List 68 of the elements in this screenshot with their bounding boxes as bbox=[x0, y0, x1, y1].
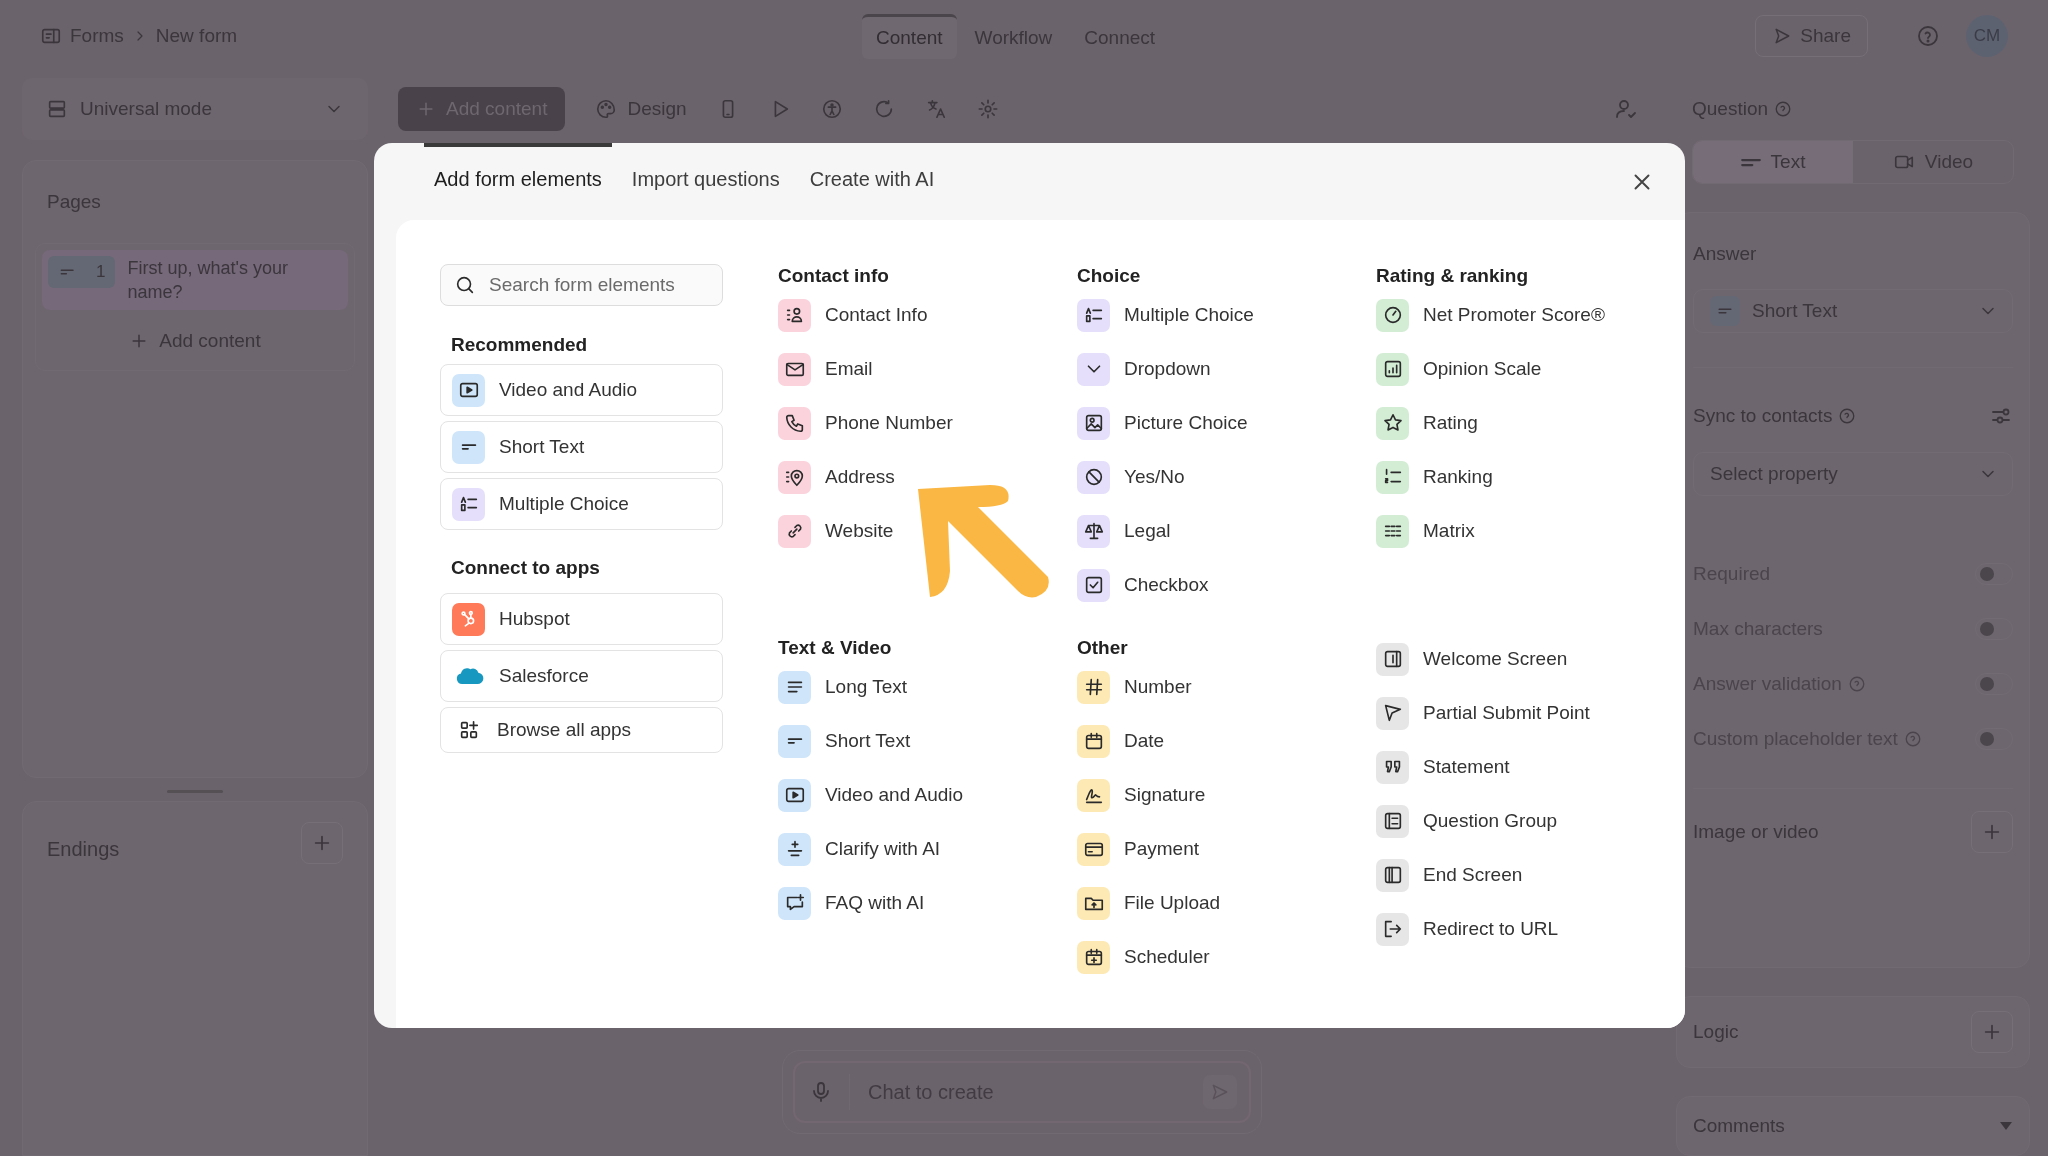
add-ending-button[interactable] bbox=[301, 822, 343, 864]
help-icon[interactable] bbox=[1916, 24, 1940, 48]
group-title: Connect to apps bbox=[450, 557, 601, 579]
element-option[interactable]: Phone Number bbox=[778, 396, 953, 450]
element-option[interactable]: Ranking bbox=[1376, 450, 1493, 504]
element-option[interactable]: FAQ with AI bbox=[778, 876, 925, 930]
caret-icon[interactable] bbox=[1999, 1121, 2013, 1131]
app-option[interactable]: Salesforce bbox=[440, 650, 723, 702]
section-title: Choice bbox=[1077, 264, 1142, 288]
section-title: Text & Video bbox=[778, 636, 893, 660]
dialog-tab[interactable]: Import questions bbox=[621, 143, 790, 220]
section-title: Rating & ranking bbox=[1376, 264, 1529, 288]
sprocket-icon bbox=[452, 602, 485, 636]
search-icon bbox=[454, 274, 476, 296]
element-option[interactable]: Welcome Screen bbox=[1376, 632, 1568, 686]
element-option[interactable]: Short Text bbox=[778, 714, 911, 768]
settings-icon[interactable] bbox=[976, 98, 999, 120]
group-title: Recommended bbox=[450, 334, 589, 356]
element-option[interactable]: Rating bbox=[1376, 396, 1478, 450]
element-option[interactable]: File Upload bbox=[1077, 876, 1221, 930]
user-check-icon[interactable] bbox=[1614, 97, 1638, 121]
element-option[interactable]: Payment bbox=[1077, 822, 1199, 876]
element-option[interactable]: End Screen bbox=[1376, 848, 1523, 902]
element-option[interactable]: Question Group bbox=[1376, 794, 1558, 848]
element-option[interactable]: Partial Submit Point bbox=[1376, 686, 1590, 740]
element-option[interactable]: Contact Info bbox=[778, 288, 928, 342]
element-option[interactable]: Multiple Choice bbox=[1077, 288, 1254, 342]
element-option[interactable]: Email bbox=[778, 342, 873, 396]
element-option[interactable]: Legal bbox=[1077, 504, 1171, 558]
help-icon[interactable] bbox=[1774, 100, 1793, 118]
accessibility-icon[interactable] bbox=[820, 98, 843, 120]
element-option[interactable]: Multiple Choice bbox=[440, 478, 723, 530]
section-title: Contact info bbox=[778, 264, 890, 288]
element-option[interactable]: Scheduler bbox=[1077, 930, 1210, 984]
dialog-tab[interactable]: Create with AI bbox=[799, 143, 945, 220]
element-option[interactable]: Picture Choice bbox=[1077, 396, 1248, 450]
element-option[interactable]: Video and Audio bbox=[440, 364, 723, 416]
page-title: First up, what's your name? bbox=[127, 257, 289, 304]
element-option[interactable]: Clarify with AI bbox=[778, 822, 941, 876]
element-option[interactable]: Signature bbox=[1077, 768, 1206, 822]
lines-icon bbox=[1740, 157, 1761, 167]
help-icon[interactable] bbox=[1838, 407, 1857, 425]
element-option[interactable]: Net Promoter Score® bbox=[1376, 288, 1605, 342]
element-option[interactable]: Opinion Scale bbox=[1376, 342, 1542, 396]
help-icon[interactable] bbox=[1903, 729, 1922, 748]
element-option[interactable]: Number bbox=[1077, 660, 1192, 714]
element-option[interactable]: Checkbox bbox=[1077, 558, 1209, 612]
palette-icon bbox=[595, 98, 618, 120]
element-option[interactable]: Website bbox=[778, 504, 894, 558]
help-icon[interactable] bbox=[1847, 674, 1866, 693]
element-option[interactable]: Address bbox=[778, 450, 895, 504]
add-logic-button[interactable] bbox=[1971, 1011, 2013, 1053]
page-number: 1 bbox=[96, 262, 106, 282]
element-option[interactable]: Long Text bbox=[778, 660, 908, 714]
search-field[interactable]: Search form elements bbox=[440, 264, 723, 306]
element-option[interactable]: Video and Audio bbox=[778, 768, 964, 822]
element-option[interactable]: Matrix bbox=[1376, 504, 1475, 558]
app-option[interactable]: Browse all apps bbox=[440, 707, 723, 753]
element-option[interactable]: Statement bbox=[1376, 740, 1510, 794]
element-option[interactable]: Yes/No bbox=[1077, 450, 1185, 504]
element-option[interactable]: Dropdown bbox=[1077, 342, 1211, 396]
section-title: Other bbox=[1077, 636, 1129, 660]
element-option[interactable]: Date bbox=[1077, 714, 1165, 768]
element-option[interactable]: Short Text bbox=[440, 421, 723, 473]
element-option[interactable]: Redirect to URL bbox=[1376, 902, 1559, 956]
add-media-button[interactable] bbox=[1971, 811, 2013, 853]
app-option[interactable]: Hubspot bbox=[440, 593, 723, 645]
layers-icon bbox=[46, 98, 68, 120]
